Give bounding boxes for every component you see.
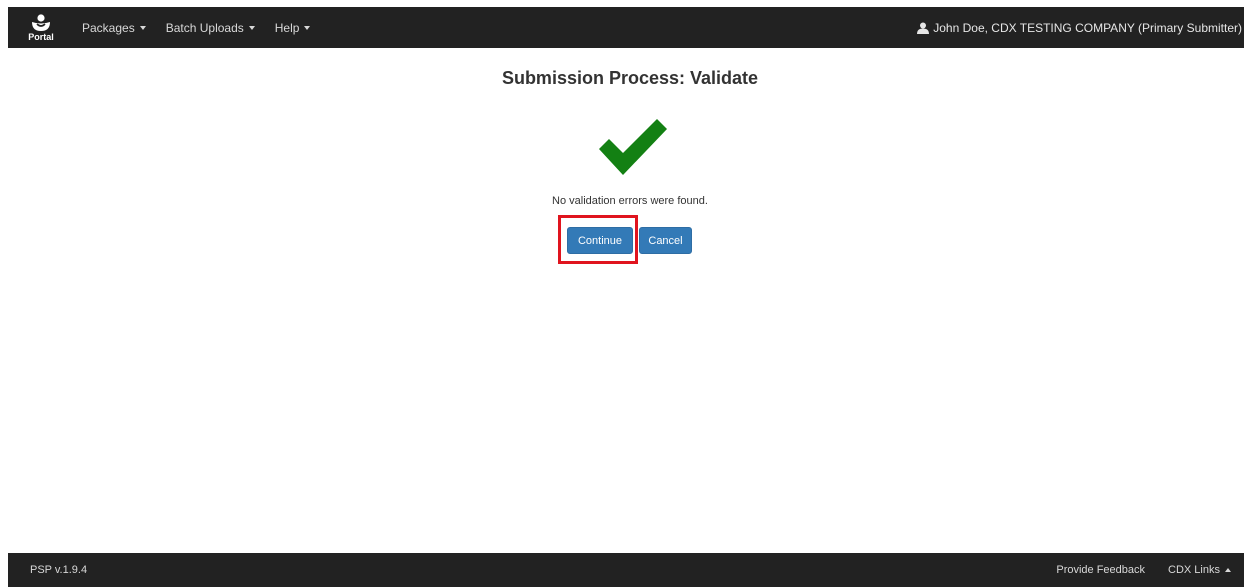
cancel-button[interactable]: Cancel [639, 227, 692, 254]
brand-label: Portal [28, 31, 54, 42]
validation-message: No validation errors were found. [552, 195, 708, 207]
menu-help[interactable]: Help [275, 21, 311, 35]
top-navbar: Portal Packages Batch Uploads Help John … [8, 7, 1244, 48]
version-label: PSP v.1.9.4 [30, 564, 88, 576]
checkmark-icon [599, 119, 667, 175]
menu-packages-label: Packages [82, 20, 135, 35]
portal-logo-icon [32, 13, 50, 31]
chevron-down-icon [248, 25, 255, 30]
main-menu: Packages Batch Uploads Help [82, 7, 330, 48]
menu-help-label: Help [274, 20, 300, 35]
chevron-down-icon [139, 25, 146, 30]
continue-highlight-box [558, 215, 638, 264]
user-label: John Doe, CDX TESTING COMPANY (Primary S… [933, 20, 1242, 35]
cdx-links-menu[interactable]: CDX Links [1168, 564, 1231, 576]
menu-batch-uploads[interactable]: Batch Uploads [166, 21, 255, 35]
portal-logo[interactable]: Portal [22, 7, 60, 48]
user-icon [917, 22, 930, 34]
menu-batch-uploads-label: Batch Uploads [165, 20, 244, 35]
user-menu[interactable]: John Doe, CDX TESTING COMPANY (Primary S… [917, 7, 1242, 48]
page-title: Submission Process: Validate [501, 68, 759, 88]
footer: PSP v.1.9.4 Provide Feedback CDX Links [8, 553, 1244, 587]
cdx-links-label: CDX Links [1168, 564, 1220, 576]
menu-packages[interactable]: Packages [82, 21, 146, 35]
chevron-down-icon [304, 25, 311, 30]
provide-feedback-link[interactable]: Provide Feedback [1056, 564, 1145, 576]
footer-links: Provide Feedback CDX Links [1033, 553, 1231, 587]
chevron-up-icon [1225, 568, 1231, 572]
